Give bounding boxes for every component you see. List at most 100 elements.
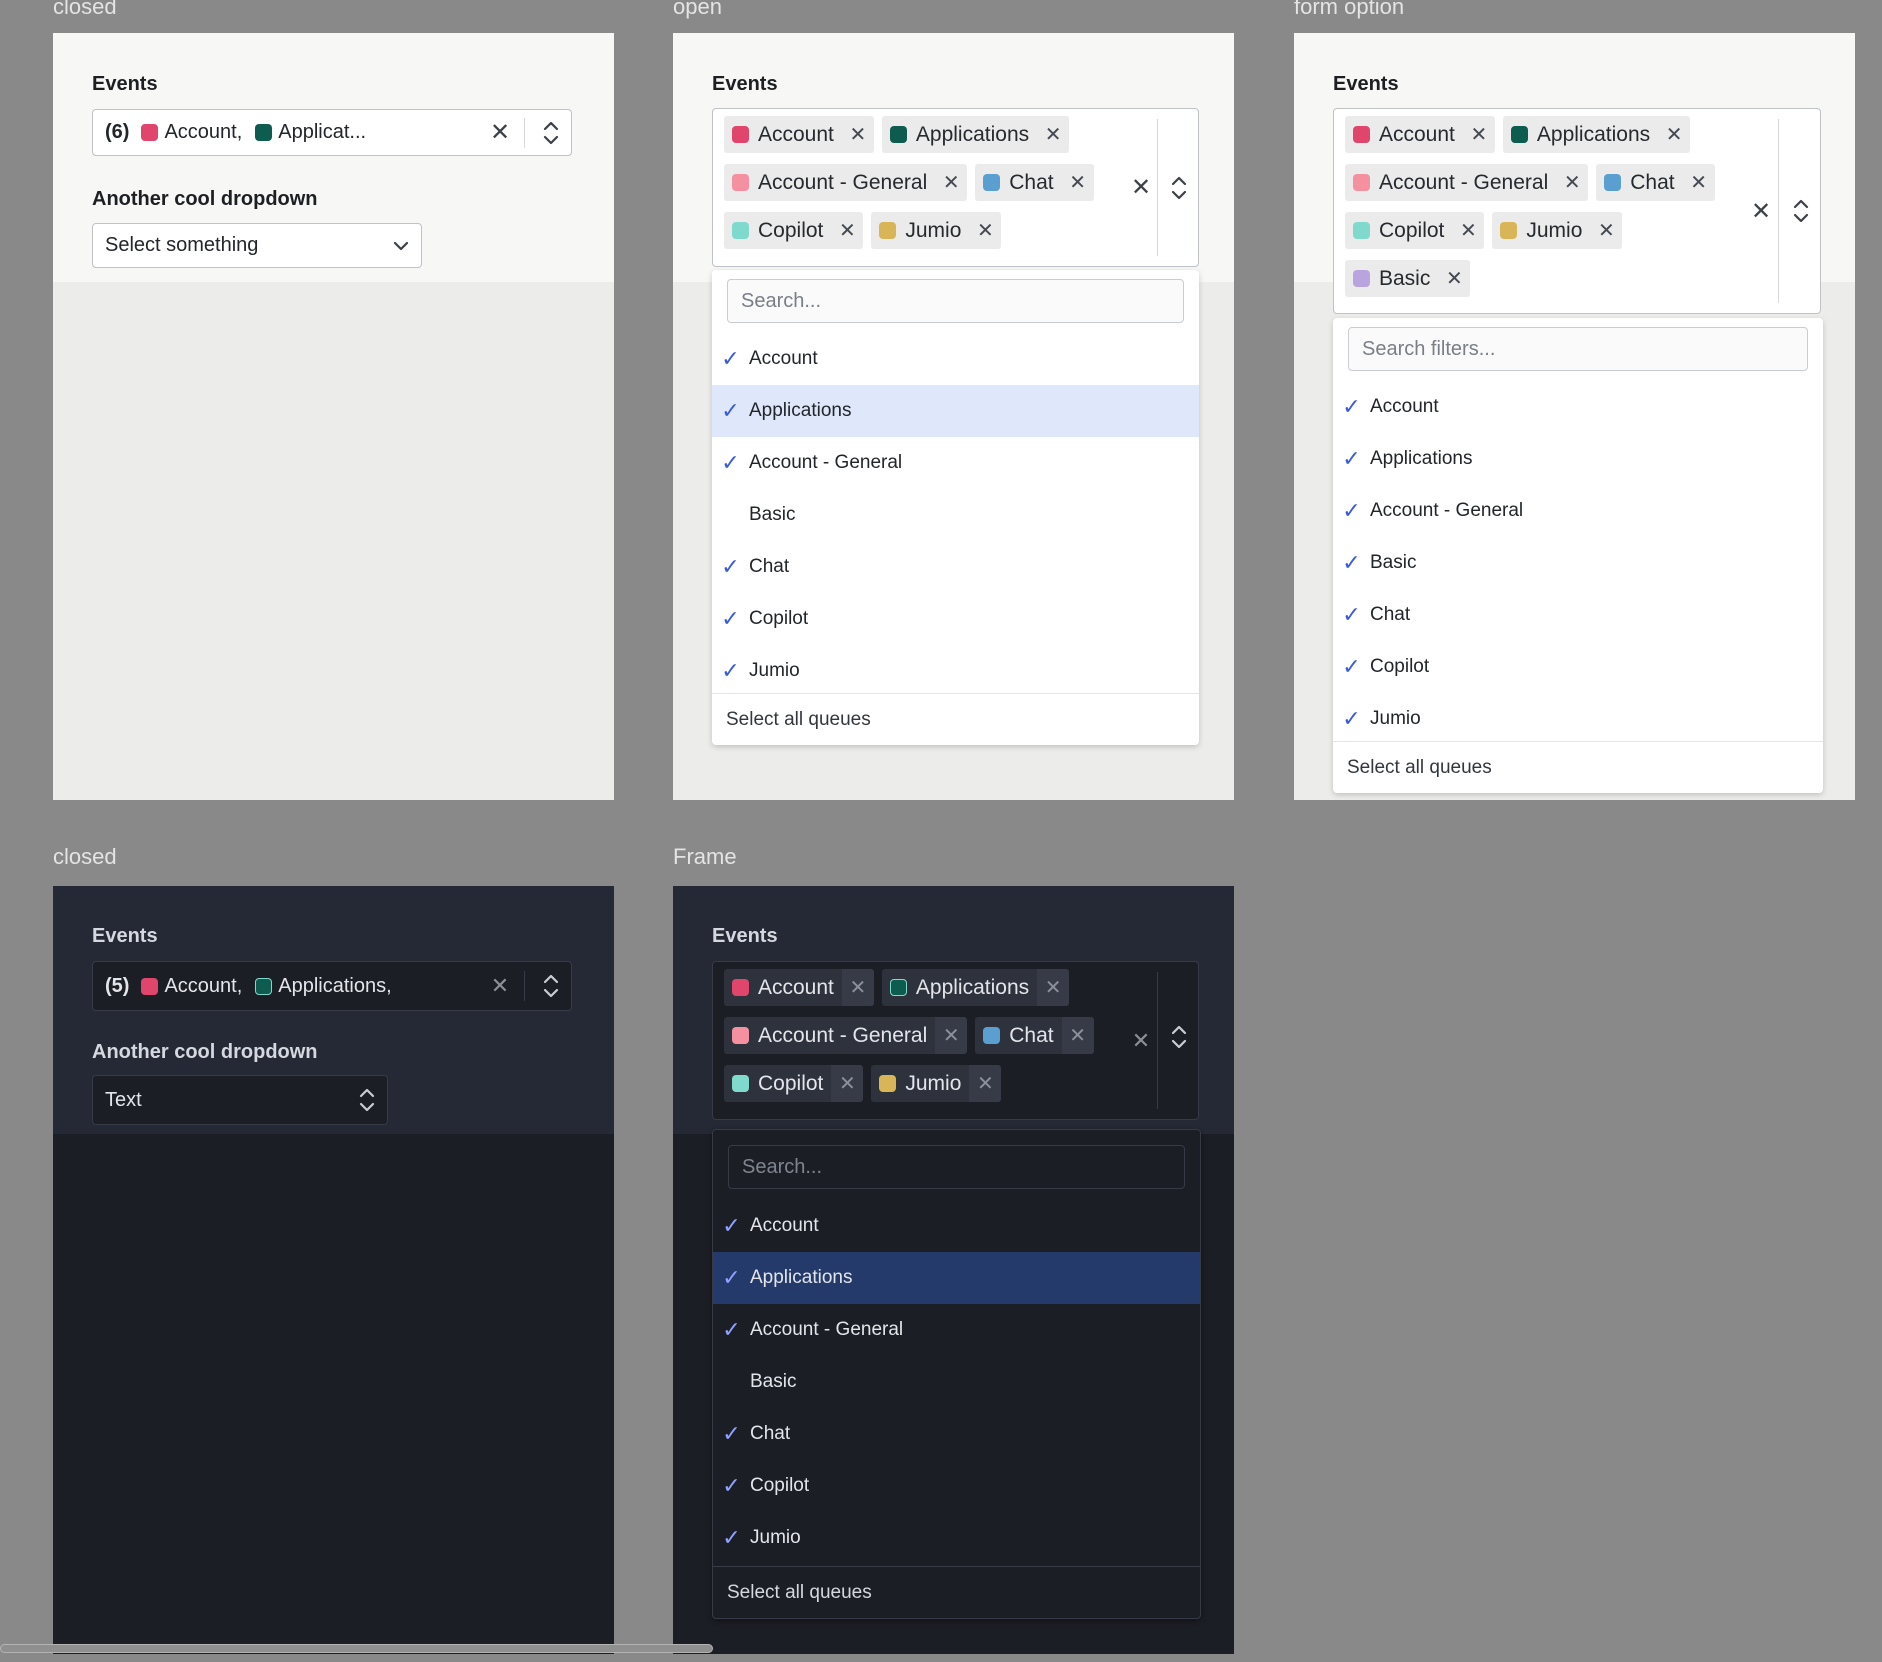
clear-icon[interactable]: ✕ xyxy=(1746,109,1776,313)
option-basic[interactable]: Basic xyxy=(713,1356,1200,1408)
clear-icon[interactable]: ✕ xyxy=(1126,962,1156,1119)
check-icon: ✓ xyxy=(721,450,740,475)
check-icon: ✓ xyxy=(721,606,740,631)
remove-tag-icon[interactable]: ✕ xyxy=(1463,116,1495,153)
remove-tag-icon[interactable]: ✕ xyxy=(1590,212,1622,249)
remove-tag-icon[interactable]: ✕ xyxy=(969,212,1001,249)
divider xyxy=(1157,119,1158,256)
option-jumio[interactable]: ✓ Jumio xyxy=(713,1512,1200,1564)
check-icon: ✓ xyxy=(1342,550,1361,575)
events-dropdown-menu: Search... ✓ Account ✓ Applications ✓ Accoun… xyxy=(712,270,1199,745)
option-applications[interactable]: ✓ Applications xyxy=(712,385,1199,437)
tag-chat: Chat ✕ xyxy=(1596,164,1715,201)
remove-tag-icon[interactable]: ✕ xyxy=(831,212,863,249)
remove-tag-icon[interactable]: ✕ xyxy=(935,164,967,201)
jumio-color-swatch xyxy=(879,222,897,239)
option-account-general[interactable]: ✓ Account - General xyxy=(713,1304,1200,1356)
tag-jumio: Jumio ✕ xyxy=(871,212,1002,249)
chevron-up-down-icon xyxy=(355,1076,379,1124)
chevron-down-icon xyxy=(389,224,413,267)
account-general-color-swatch xyxy=(732,174,749,191)
select-all-queues[interactable]: Select all queues xyxy=(712,693,1199,745)
option-copilot[interactable]: ✓ Copilot xyxy=(1333,641,1823,693)
chevron-up-down-icon[interactable] xyxy=(530,962,572,1010)
check-icon: ✓ xyxy=(1342,446,1361,471)
events-multiselect-closed[interactable]: (5) Account, Applications, ✕ xyxy=(92,961,572,1011)
remove-tag-icon[interactable]: ✕ xyxy=(842,116,874,153)
events-multiselect-open[interactable]: Account ✕ Applications ✕ Account - General… xyxy=(712,108,1199,267)
clear-icon[interactable]: ✕ xyxy=(486,110,514,155)
remove-tag-icon[interactable]: ✕ xyxy=(1683,164,1715,201)
chat-color-swatch xyxy=(983,1027,1001,1044)
check-icon: ✓ xyxy=(721,554,740,579)
tag-applications: Applications ✕ xyxy=(881,116,1070,153)
option-account-general[interactable]: ✓ Account - General xyxy=(1333,485,1823,537)
account-color-swatch xyxy=(141,124,159,141)
chevron-up-down-icon[interactable] xyxy=(1160,109,1198,266)
events-multiselect-open[interactable]: Account ✕ Applications ✕ Account - General… xyxy=(712,961,1199,1120)
tag-jumio: Jumio ✕ xyxy=(1492,212,1623,249)
remove-tag-icon[interactable]: ✕ xyxy=(1037,969,1070,1006)
remove-tag-icon[interactable]: ✕ xyxy=(831,1065,864,1102)
check-icon: ✓ xyxy=(1342,706,1361,731)
search-input[interactable]: Search... xyxy=(728,1145,1185,1189)
account-color-swatch xyxy=(732,126,749,143)
option-chat[interactable]: ✓ Chat xyxy=(713,1408,1200,1460)
remove-tag-icon[interactable]: ✕ xyxy=(1658,116,1690,153)
tag-applications: Applications ✕ xyxy=(1502,116,1691,153)
option-applications[interactable]: ✓ Applications xyxy=(1333,433,1823,485)
events-multiselect-closed[interactable]: (6) Account, Applicat... ✕ xyxy=(92,109,572,156)
select-value: Select something xyxy=(105,234,259,256)
tag-account-general: Account - General ✕ xyxy=(724,1017,968,1054)
chevron-up-down-icon[interactable] xyxy=(1160,962,1198,1112)
selected-count: (5) xyxy=(105,974,130,997)
option-copilot[interactable]: ✓ Copilot xyxy=(713,1460,1200,1512)
select-all-queues[interactable]: Select all queues xyxy=(1333,741,1823,793)
option-copilot[interactable]: ✓ Copilot xyxy=(712,593,1199,645)
option-chat[interactable]: ✓ Chat xyxy=(1333,589,1823,641)
remove-tag-icon[interactable]: ✕ xyxy=(841,969,874,1006)
remove-tag-icon[interactable]: ✕ xyxy=(1452,212,1484,249)
option-account[interactable]: ✓ Account xyxy=(1333,381,1823,433)
remove-tag-icon[interactable]: ✕ xyxy=(969,1065,1002,1102)
another-dropdown-select[interactable]: Text xyxy=(92,1075,388,1125)
tag-account: Account ✕ xyxy=(724,969,874,1006)
clear-icon[interactable]: ✕ xyxy=(486,962,514,1010)
search-input[interactable]: Search... xyxy=(727,279,1184,323)
remove-tag-icon[interactable]: ✕ xyxy=(1438,260,1470,297)
horizontal-scrollbar[interactable] xyxy=(0,1644,713,1653)
remove-tag-icon[interactable]: ✕ xyxy=(1061,1017,1094,1054)
frame-label-dark-closed: closed xyxy=(53,844,117,869)
remove-tag-icon[interactable]: ✕ xyxy=(1037,116,1069,153)
option-basic[interactable]: Basic xyxy=(712,489,1199,541)
frame-dark-closed: Events (5) Account, Applications, ✕ Anot… xyxy=(53,886,614,1654)
option-account[interactable]: ✓ Account xyxy=(713,1200,1200,1252)
clear-icon[interactable]: ✕ xyxy=(1126,109,1156,266)
account-color-swatch xyxy=(732,979,749,996)
option-chat[interactable]: ✓ Chat xyxy=(712,541,1199,593)
option-applications[interactable]: ✓ Applications xyxy=(713,1252,1200,1304)
option-jumio[interactable]: ✓ Jumio xyxy=(1333,693,1823,745)
events-multiselect-open[interactable]: Account ✕ Applications ✕ Account - General… xyxy=(1333,108,1821,314)
summary-item: Applications, xyxy=(278,974,392,997)
option-jumio[interactable]: ✓ Jumio xyxy=(712,645,1199,697)
select-all-queues[interactable]: Select all queues xyxy=(713,1566,1200,1618)
copilot-color-swatch xyxy=(732,222,749,239)
remove-tag-icon[interactable]: ✕ xyxy=(1062,164,1094,201)
another-dropdown-select[interactable]: Select something xyxy=(92,223,422,268)
chevron-up-down-icon[interactable] xyxy=(1781,109,1820,313)
check-icon: ✓ xyxy=(722,1213,741,1238)
option-basic[interactable]: ✓ Basic xyxy=(1333,537,1823,589)
option-account-general[interactable]: ✓ Account - General xyxy=(712,437,1199,489)
remove-tag-icon[interactable]: ✕ xyxy=(1556,164,1588,201)
chevron-up-down-icon[interactable] xyxy=(530,110,572,155)
divider xyxy=(1778,119,1779,303)
search-input[interactable]: Search filters... xyxy=(1348,327,1808,371)
option-account[interactable]: ✓ Account xyxy=(712,333,1199,385)
events-dropdown-menu: Search... ✓ Account ✓ Applications ✓ Accoun… xyxy=(712,1129,1201,1619)
tag-copilot: Copilot ✕ xyxy=(1345,212,1485,249)
remove-tag-icon[interactable]: ✕ xyxy=(935,1017,968,1054)
account-general-color-swatch xyxy=(732,1027,749,1044)
tag-copilot: Copilot ✕ xyxy=(724,212,864,249)
frame-dark-open: Events Account ✕ Applications ✕ Account - … xyxy=(673,886,1234,1654)
